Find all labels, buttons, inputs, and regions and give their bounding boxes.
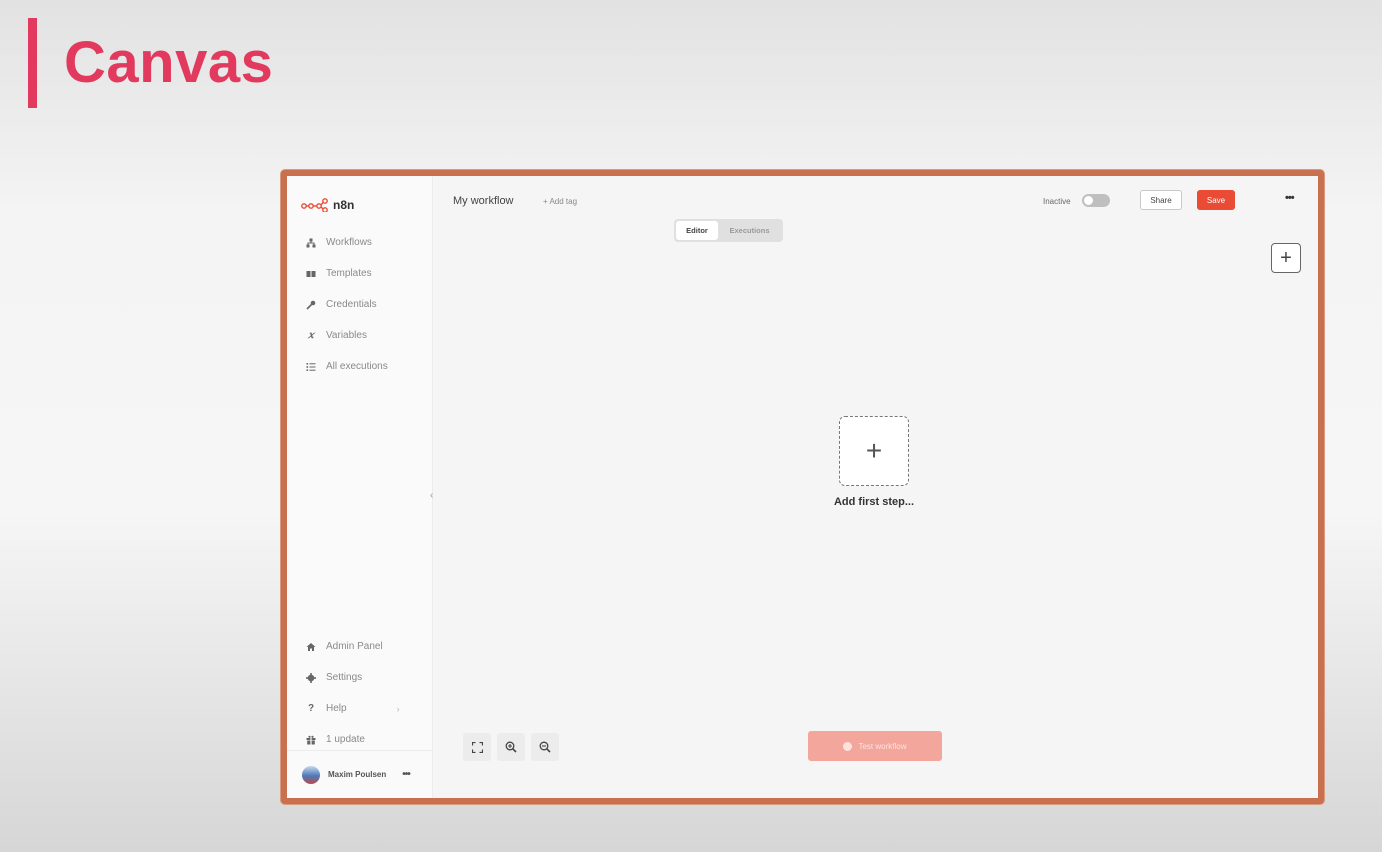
zoom-out-button[interactable] [531, 733, 559, 761]
sidebar-item-workflows[interactable]: Workflows [305, 227, 388, 258]
add-node-button[interactable]: + [1271, 243, 1301, 273]
share-button[interactable]: Share [1140, 190, 1182, 210]
sidebar: n8n Workflows Templates Credentials 𝑥 Va… [287, 176, 433, 798]
key-icon [305, 299, 317, 311]
sidebar-item-templates[interactable]: Templates [305, 258, 388, 289]
save-button[interactable]: Save [1197, 190, 1235, 210]
sidebar-item-help[interactable]: ? Help › [305, 693, 400, 724]
n8n-logo-icon [301, 198, 328, 212]
add-first-step-button[interactable]: + [839, 416, 909, 486]
sidebar-bottom-nav: Admin Panel Settings ? Help › 1 update [305, 631, 400, 755]
user-menu[interactable]: Maxim Poulsen ••• [287, 750, 432, 798]
network-icon [305, 237, 317, 249]
execute-workflow-button[interactable]: Test workflow [808, 731, 942, 761]
add-first-step-label: Add first step... [833, 496, 915, 508]
slide-accent-bar [28, 18, 37, 108]
view-tabs: Editor Executions [674, 219, 783, 242]
logo-text: n8n [333, 198, 355, 212]
flask-icon [843, 741, 853, 751]
sidebar-item-all-executions[interactable]: All executions [305, 351, 388, 382]
gear-icon [305, 672, 317, 684]
sidebar-item-label: Settings [326, 672, 363, 683]
sidebar-item-label: Credentials [326, 299, 377, 310]
tab-editor[interactable]: Editor [676, 221, 718, 240]
gift-icon [305, 734, 317, 746]
sidebar-item-label: Variables [326, 330, 367, 341]
slide-title: Canvas [64, 30, 274, 95]
sidebar-item-label: Workflows [326, 237, 372, 248]
tab-executions[interactable]: Executions [718, 221, 781, 240]
sidebar-item-label: 1 update [326, 734, 365, 745]
sidebar-item-credentials[interactable]: Credentials [305, 289, 388, 320]
user-name: Maxim Poulsen [328, 770, 387, 779]
zoom-controls [463, 733, 559, 761]
more-icon[interactable]: ••• [402, 769, 410, 780]
zoom-out-icon [539, 741, 551, 753]
sidebar-item-admin-panel[interactable]: Admin Panel [305, 631, 400, 662]
app-window: n8n Workflows Templates Credentials 𝑥 Va… [281, 170, 1324, 804]
fit-view-icon [471, 741, 483, 753]
boxes-icon [305, 268, 317, 280]
sidebar-item-label: Help [326, 703, 347, 714]
home-icon [305, 641, 317, 653]
sidebar-item-label: Templates [326, 268, 372, 279]
top-bar: My workflow + Add tag Inactive Share Sav… [433, 176, 1318, 222]
logo[interactable]: n8n [301, 198, 354, 212]
active-status-label: Inactive [1043, 197, 1071, 206]
plus-icon: + [865, 435, 883, 466]
list-icon [305, 361, 317, 373]
sidebar-collapse-handle[interactable]: ‹ [430, 490, 433, 501]
variable-x-icon: 𝑥 [308, 330, 314, 341]
sidebar-item-settings[interactable]: Settings [305, 662, 400, 693]
execute-workflow-label: Test workflow [858, 741, 907, 751]
zoom-in-icon [505, 741, 517, 753]
sidebar-item-variables[interactable]: 𝑥 Variables [305, 320, 388, 351]
sidebar-item-label: Admin Panel [326, 641, 383, 652]
chevron-right-icon: › [396, 703, 400, 714]
fit-view-button[interactable] [463, 733, 491, 761]
sidebar-item-label: All executions [326, 361, 388, 372]
plus-icon: + [1280, 246, 1292, 269]
toggle-knob [1084, 196, 1093, 205]
add-tag-link[interactable]: + Add tag [543, 197, 577, 206]
avatar [302, 765, 320, 784]
more-options-icon[interactable]: ••• [1285, 192, 1295, 204]
workflow-name[interactable]: My workflow [453, 195, 514, 207]
zoom-in-button[interactable] [497, 733, 525, 761]
question-icon: ? [307, 703, 315, 714]
sidebar-nav: Workflows Templates Credentials 𝑥 Variab… [305, 227, 388, 382]
active-toggle[interactable] [1082, 194, 1110, 207]
